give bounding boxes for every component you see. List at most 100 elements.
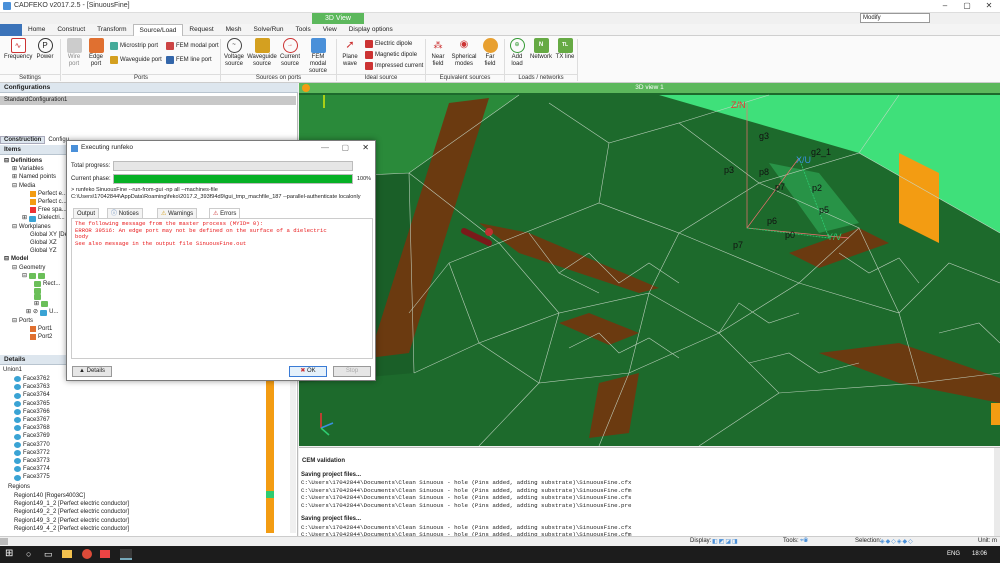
impressed-current-button[interactable]: Impressed current — [365, 62, 423, 70]
tree-model[interactable]: ⊟ Model — [4, 255, 73, 263]
tree-variables[interactable]: ⊞ Variables — [4, 165, 73, 173]
task-view-icon[interactable]: ▭ — [44, 549, 53, 560]
tree-geom-child[interactable]: ⊞ — [4, 300, 73, 308]
tree-named-points[interactable]: ⊞ Named points — [4, 173, 73, 181]
tree-geometry-item[interactable]: ⊟ — [4, 272, 73, 280]
fem-modal-port-button[interactable]: FEM modal port — [166, 42, 219, 50]
output-scrollbar[interactable] — [994, 448, 1000, 544]
face-item[interactable]: Face3770 — [14, 441, 50, 449]
voltage-source-button[interactable]: ~ Voltage source — [223, 38, 245, 68]
details-button[interactable]: ▲ Details — [72, 366, 112, 377]
far-field-button[interactable]: Far field — [480, 38, 500, 68]
tree-port1[interactable]: Port1 — [4, 325, 73, 333]
chrome-icon[interactable] — [82, 549, 92, 559]
network-button[interactable]: N Network — [529, 38, 553, 61]
waveguide-port-button[interactable]: Waveguide port — [110, 56, 162, 64]
errors-text-area[interactable]: The following message from the master pr… — [71, 218, 373, 359]
add-load-button[interactable]: ⊕ Add load — [507, 38, 527, 68]
face-item[interactable]: Face3769 — [14, 432, 50, 440]
edge-port-button[interactable]: Edge port — [86, 38, 106, 68]
tree-port2[interactable]: Port2 — [4, 333, 73, 341]
tree-rect[interactable]: Rect... — [4, 280, 73, 288]
tx-line-button[interactable]: TL TX line — [555, 38, 575, 61]
search-icon[interactable]: ○ — [26, 549, 31, 559]
dialog-tab-warnings[interactable]: ⚠ Warnings — [157, 208, 198, 218]
tab-display-options[interactable]: Display options — [343, 24, 399, 36]
dialog-tab-output[interactable]: Output — [73, 208, 100, 218]
stop-button[interactable]: Stop — [333, 366, 371, 377]
ok-button[interactable]: ✖ OK — [289, 366, 327, 377]
tree-media-pmc[interactable]: Perfect c... — [4, 198, 73, 206]
maximize-button[interactable]: ▢ — [956, 0, 978, 12]
tree-media-dielectric[interactable]: ⊞ Dielectri... — [4, 214, 73, 222]
close-button[interactable]: ✕ — [978, 0, 1000, 12]
tree-global-yz[interactable]: Global YZ — [4, 247, 73, 255]
near-field-button[interactable]: ⁂ Near field — [428, 38, 448, 68]
tree-workplanes[interactable]: ⊟ Workplanes — [4, 223, 73, 231]
config-item[interactable]: StandardConfiguration1 — [0, 96, 296, 105]
tree-geometry[interactable]: ⊟ Geometry — [4, 264, 73, 272]
region-item[interactable]: Region149_4_2 [Perfect electric conducto… — [14, 525, 129, 533]
taskbar-language[interactable]: ENG — [947, 551, 960, 557]
mode-select[interactable]: Modify — [860, 13, 930, 23]
face-item[interactable]: Face3773 — [14, 457, 50, 465]
tree-definitions[interactable]: ⊟ Definitions — [4, 157, 73, 165]
face-item[interactable]: Face3775 — [14, 473, 50, 481]
magnetic-dipole-button[interactable]: Magnetic dipole — [365, 51, 417, 59]
tab-construct[interactable]: Construct — [51, 24, 91, 36]
region-item[interactable]: Region140 [Rogers4003C] — [14, 492, 129, 500]
taskbar-clock[interactable]: 18:06 — [972, 551, 987, 557]
tab-transform[interactable]: Transform — [91, 24, 132, 36]
tree-media[interactable]: ⊟ Media — [4, 182, 73, 190]
start-icon[interactable]: ⊞ — [5, 549, 13, 559]
tab-mesh[interactable]: Mesh — [220, 24, 248, 36]
tools-icons[interactable]: ⌖◉ — [800, 538, 808, 545]
waveguide-source-button[interactable]: Waveguide source — [247, 38, 277, 68]
tab-home[interactable]: Home — [22, 24, 51, 36]
tree-global-xy[interactable]: Global XY [De... — [4, 231, 73, 239]
power-button[interactable]: P Power — [34, 38, 56, 61]
details-scrollbar[interactable] — [290, 367, 296, 533]
file-explorer-icon[interactable] — [62, 550, 72, 558]
tab-source-load[interactable]: Source/Load — [132, 23, 184, 36]
display-icons[interactable]: ◧◩◪◨ — [712, 538, 739, 545]
electric-dipole-button[interactable]: Electric dipole — [365, 40, 412, 48]
face-item[interactable]: Face3774 — [14, 465, 50, 473]
cadfeko-taskbar-icon[interactable] — [120, 549, 132, 560]
current-source-button[interactable]: → Current source — [279, 38, 301, 68]
view-menu-icon[interactable] — [302, 84, 310, 92]
face-item[interactable]: Face3767 — [14, 416, 50, 424]
file-menu-button[interactable] — [0, 23, 22, 36]
face-item[interactable]: Face3766 — [14, 408, 50, 416]
wire-port-button[interactable]: Wire port — [64, 38, 84, 68]
selection-icons[interactable]: ◈◆◇◈◆◇ — [880, 538, 914, 545]
frequency-button[interactable]: ∿ Frequency — [4, 38, 32, 61]
minimize-button[interactable]: – — [934, 0, 956, 12]
context-tab-3d-view[interactable]: 3D View — [312, 13, 364, 24]
tree-union[interactable]: ⊞ ⊘ U... — [4, 308, 73, 316]
face-item[interactable]: Face3763 — [14, 383, 50, 391]
dialog-close-button[interactable]: ✕ — [362, 143, 369, 152]
tree-global-xz[interactable]: Global XZ — [4, 239, 73, 247]
face-item[interactable]: Face3768 — [14, 424, 50, 432]
dialog-minimize-button[interactable]: — — [321, 143, 329, 152]
face-item[interactable]: Face3765 — [14, 400, 50, 408]
tab-construction[interactable]: Construction — [0, 135, 46, 144]
face-item[interactable]: Face3764 — [14, 391, 50, 399]
region-item[interactable]: Region149_2_2 [Perfect electric conducto… — [14, 508, 129, 516]
fem-modal-source-button[interactable]: FEM modal source — [303, 38, 333, 75]
fem-line-port-button[interactable]: FEM line port — [166, 56, 212, 64]
microstrip-port-button[interactable]: Microstrip port — [110, 42, 158, 50]
tab-solve-run[interactable]: Solve/Run — [248, 24, 290, 36]
dialog-maximize-button[interactable]: ▢ — [341, 143, 349, 152]
tree-media-pec[interactable]: Perfect e... — [4, 190, 73, 198]
face-item[interactable]: Face3772 — [14, 449, 50, 457]
face-item[interactable]: Face3762 — [14, 375, 50, 383]
3d-view-canvas[interactable]: Z/N X/U Y/V g3 g2_1 p3 p8 p7 p2 p5 p6 p0… — [299, 83, 1000, 446]
region-item[interactable]: Region149_3_2 [Perfect electric conducto… — [14, 517, 129, 525]
app-taskbar-icon[interactable] — [100, 550, 110, 558]
tree-media-free-space[interactable]: Free spa... — [4, 206, 73, 214]
tab-tools[interactable]: Tools — [290, 24, 317, 36]
spherical-modes-button[interactable]: ◉ Spherical modes — [450, 38, 478, 68]
plane-wave-button[interactable]: ➚ Plane wave — [339, 38, 361, 68]
